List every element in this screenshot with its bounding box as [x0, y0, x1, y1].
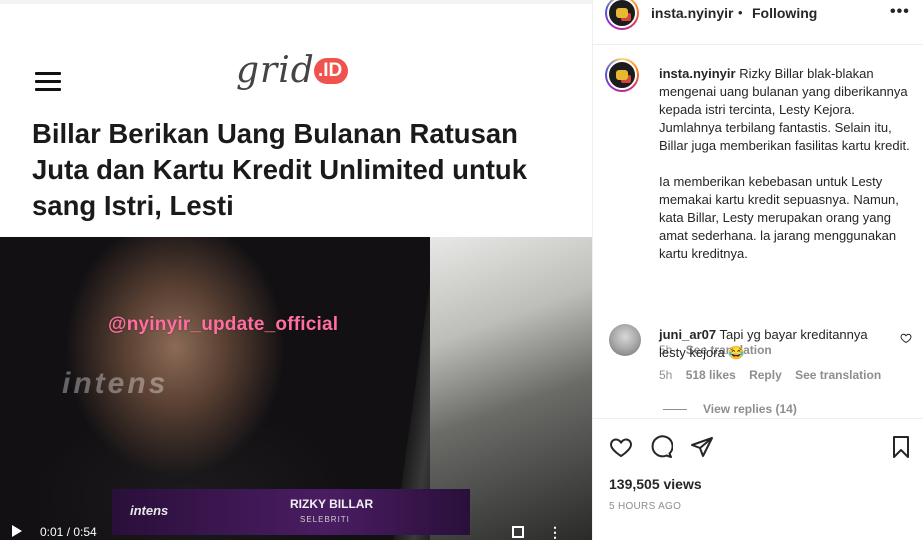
post-timestamp: 5 HOURS AGO [609, 501, 682, 512]
comment-age: 5h [659, 368, 673, 382]
article-header: grid .ID Billar Berikan Uang Bulanan Rat… [0, 0, 592, 237]
commenter-avatar[interactable] [609, 324, 641, 356]
comment-text: juni_ar07 Tapi yg bayar kreditannya lest… [659, 326, 885, 362]
channel-watermark: intens [62, 367, 169, 400]
author-username[interactable]: insta.nyinyir [651, 5, 733, 21]
account-watermark: @nyinyir_update_official [108, 314, 339, 335]
comment-see-translation[interactable]: See translation [795, 368, 881, 382]
author-avatar[interactable] [605, 0, 639, 30]
logo-badge: .ID [314, 58, 349, 84]
comment-reply-button[interactable]: Reply [749, 368, 782, 382]
video-controls: 0:01 / 0:54 ⋮ [0, 521, 592, 540]
video-options-icon[interactable]: ⋮ [548, 524, 562, 540]
view-replies-button[interactable]: View replies (14) [663, 402, 797, 416]
lower-third-name: RIZKY BILLAR [290, 497, 374, 511]
views-count[interactable]: 139,505 views [609, 476, 702, 492]
header-separator: • [738, 5, 743, 20]
video-player[interactable]: @nyinyir_update_official intens intens R… [0, 237, 592, 540]
comment-likes[interactable]: 518 likes [686, 368, 736, 382]
post-sidebar: insta.nyinyir • Following ••• insta.nyin… [592, 0, 923, 540]
post-actions: 139,505 views 5 HOURS AGO [593, 418, 923, 540]
commenter-username[interactable]: juni_ar07 [659, 327, 716, 342]
comment-meta: 5h 518 likes Reply See translation [659, 368, 891, 382]
article-headline: Billar Berikan Uang Bulanan Ratusan Juta… [32, 118, 528, 221]
lower-third-brand: intens [130, 503, 169, 518]
more-options-icon[interactable]: ••• [890, 3, 910, 21]
caption-text: insta.nyinyir Rizky Billar blak-blakan m… [659, 65, 911, 263]
video-time: 0:01 / 0:54 [40, 525, 97, 539]
comment-bubble-icon[interactable] [649, 435, 673, 459]
caption-avatar[interactable] [605, 58, 639, 92]
caption-paragraph-2: Ia memberikan kebebasan untuk Lesty mema… [659, 174, 899, 261]
following-button[interactable]: Following [752, 5, 817, 21]
logo-text: grid [236, 50, 315, 91]
caption-username[interactable]: insta.nyinyir [659, 66, 736, 81]
fullscreen-icon[interactable] [512, 526, 524, 538]
like-heart-icon[interactable] [609, 435, 633, 459]
comment-like-heart-icon[interactable] [900, 332, 912, 344]
save-bookmark-icon[interactable] [889, 435, 913, 459]
hamburger-menu-icon [35, 72, 61, 92]
post-media[interactable]: grid .ID Billar Berikan Uang Bulanan Rat… [0, 0, 592, 540]
post-header: insta.nyinyir • Following ••• [593, 0, 923, 45]
play-icon[interactable] [12, 525, 22, 537]
replies-divider [663, 409, 687, 411]
view-replies-label[interactable]: View replies (14) [703, 402, 797, 416]
share-paper-plane-icon[interactable] [690, 435, 714, 459]
